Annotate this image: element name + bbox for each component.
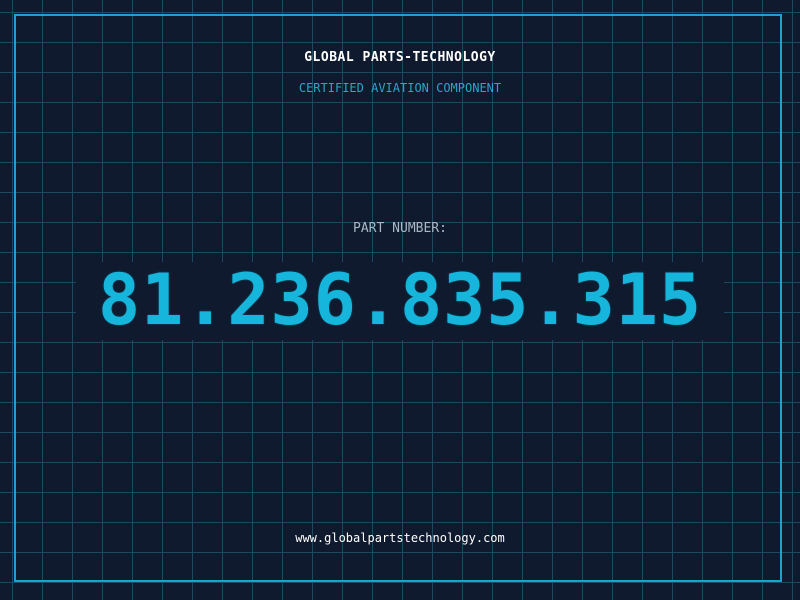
website-url: www.globalpartstechnology.com: [295, 531, 505, 545]
tagline: CERTIFIED AVIATION COMPONENT: [298, 81, 502, 95]
part-number-value: 81.236.835.315: [97, 259, 702, 341]
part-number-label: PART NUMBER:: [353, 221, 447, 236]
company-name: GLOBAL PARTS-TECHNOLOGY: [304, 50, 496, 65]
